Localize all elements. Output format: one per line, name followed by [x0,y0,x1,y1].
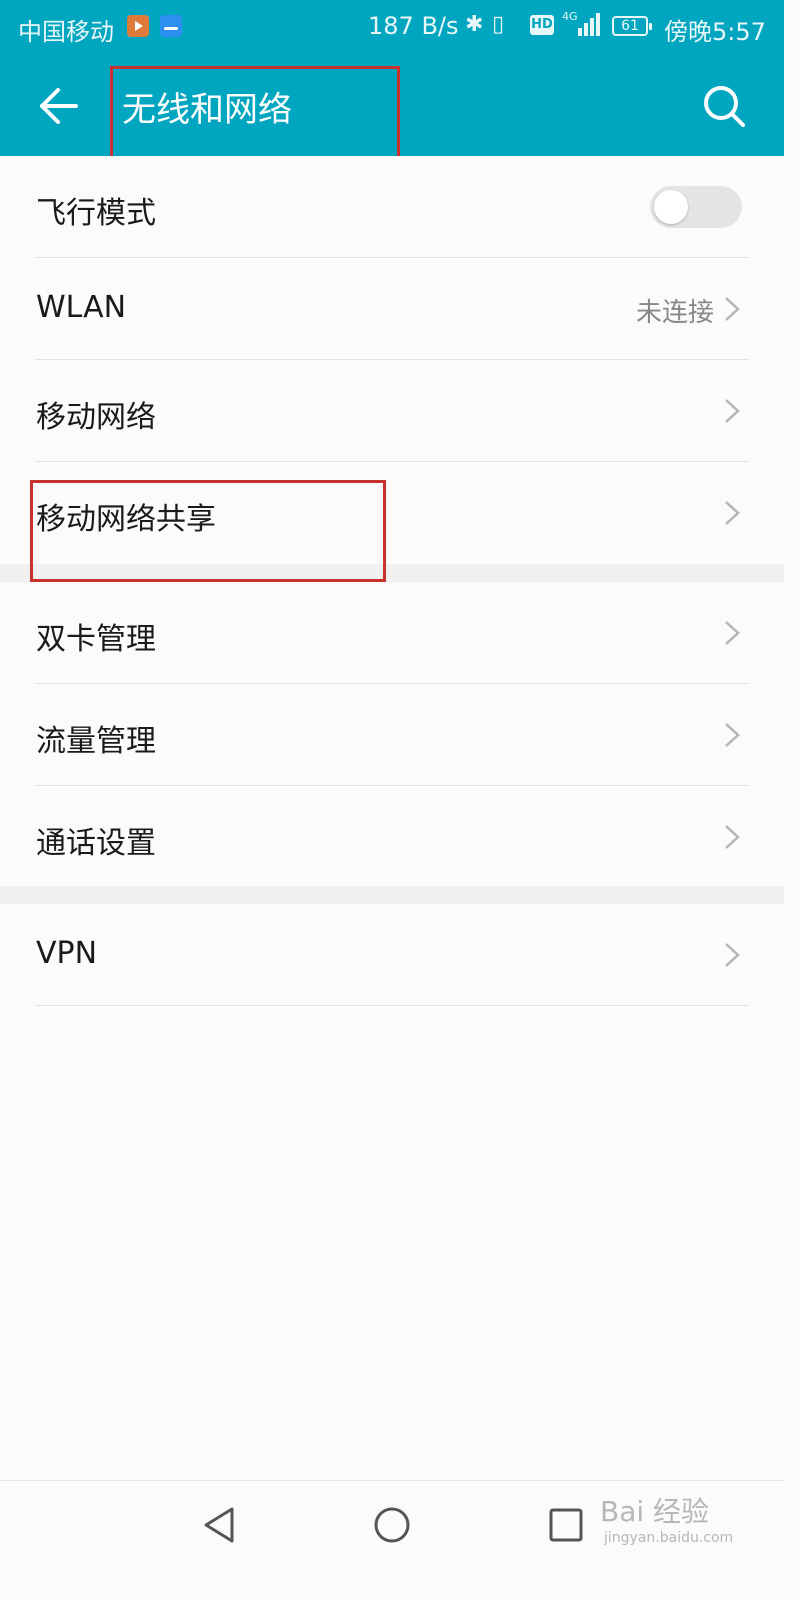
watermark-url: jingyan.baidu.com [604,1530,734,1546]
chevron-right-icon [725,621,740,645]
nav-home-icon[interactable] [368,1501,416,1549]
chevron-right-icon [725,501,740,525]
search-icon [704,86,745,127]
nav-back-icon[interactable] [196,1501,244,1549]
network-speed: 187 B/s [368,12,459,40]
toggle-knob [654,190,688,224]
mobile-network-row[interactable]: 移动网络 [0,360,784,462]
watermark-text: Bai 经验 [600,1495,710,1528]
call-settings-row[interactable]: 通话设置 [0,786,784,888]
section-gap [0,886,784,904]
app-notification-icon [160,15,182,37]
data-usage-row[interactable]: 流量管理 [0,684,784,786]
vpn-row[interactable]: VPN [0,904,784,1006]
carrier-label: 中国移动 [18,18,114,46]
vibrate-icon: ▯ [492,12,505,37]
chevron-right-icon [725,943,740,967]
row-label: 通话设置 [36,826,156,861]
arrow-left-icon [40,88,78,124]
video-app-notification-icon [127,15,149,37]
clock: 傍晚5:57 [664,18,766,46]
chevron-right-icon [725,723,740,747]
airplane-mode-toggle[interactable] [650,186,742,228]
status-bar: 中国移动 187 B/s ✱ ▯ HD 4G 61 傍晚5:57 [0,0,784,56]
bluetooth-icon: ✱ [465,12,484,37]
row-label: VPN [36,936,98,971]
dual-sim-row[interactable]: 双卡管理 [0,582,784,684]
settings-section-vpn: VPN [0,904,784,1006]
settings-section-sim: 双卡管理 流量管理 通话设置 [0,582,784,888]
app-bar: 无线和网络 [0,56,784,162]
row-label: 流量管理 [36,724,156,759]
row-label: WLAN [36,290,127,325]
row-label: 飞行模式 [36,196,156,231]
airplane-mode-row[interactable]: 飞行模式 [0,156,784,258]
back-button[interactable] [30,78,86,134]
chevron-right-icon [725,399,740,423]
wlan-status: 未连接 [635,298,714,328]
hd-badge: HD [530,15,554,35]
network-type-label: 4G [562,10,578,23]
chevron-right-icon [725,825,740,849]
nav-recents-icon[interactable] [542,1501,590,1549]
annotation-box [110,66,400,162]
chevron-right-icon [725,297,740,321]
wlan-row[interactable]: WLAN 未连接 [0,258,784,360]
watermark: Bai 经验 jingyan.baidu.com [600,1490,750,1560]
battery-icon: 61 [612,16,652,36]
divider [35,1005,749,1006]
row-label: 移动网络 [36,400,156,435]
row-label: 双卡管理 [36,622,156,657]
annotation-box [30,480,386,582]
search-button[interactable] [696,78,752,134]
